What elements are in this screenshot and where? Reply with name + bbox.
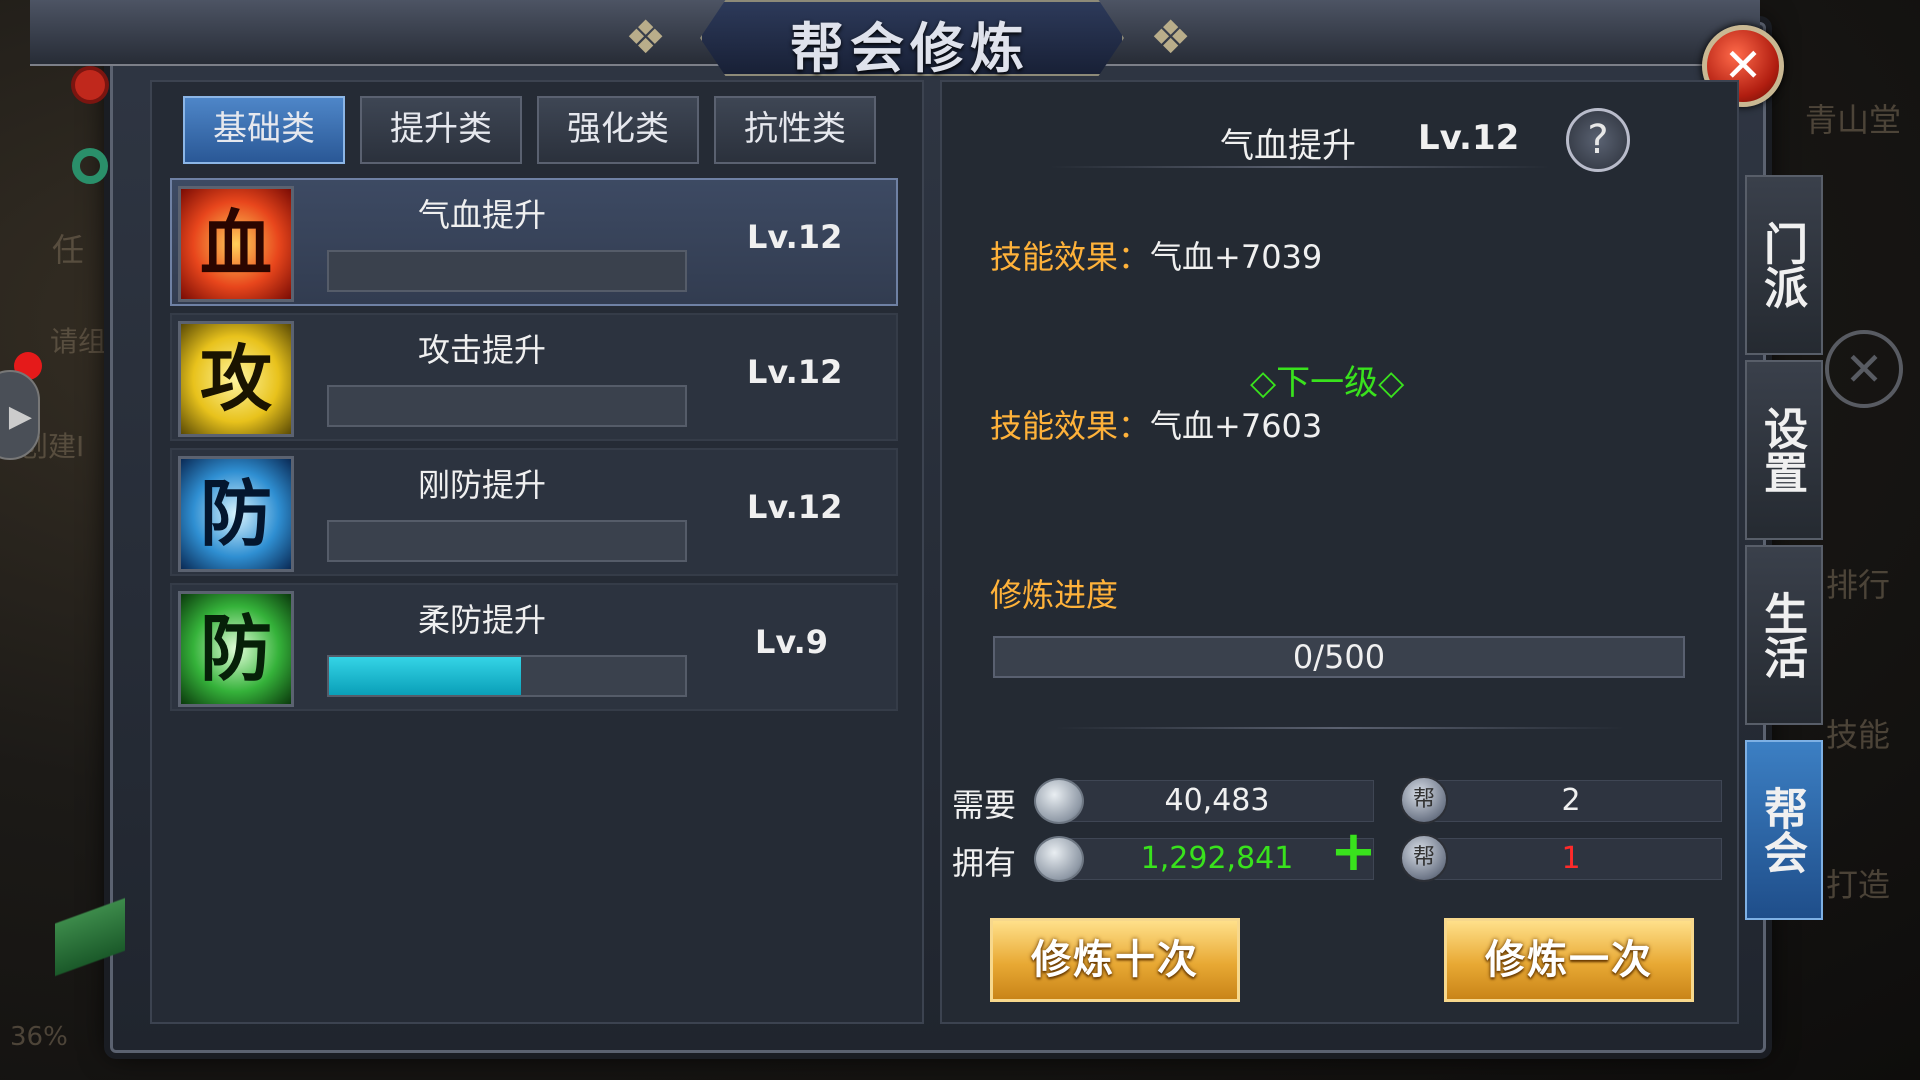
next-effect-value: 气血+7603 xyxy=(1150,407,1323,445)
own-silver-box: 1,292,841 xyxy=(1060,838,1374,880)
skill-row-attack[interactable]: 攻 攻击提升 Lv.12 xyxy=(170,313,898,441)
skill-name: 气血提升 xyxy=(417,196,546,234)
silver-coin-icon xyxy=(1034,836,1084,882)
own-silver-value: 1,292,841 xyxy=(1140,841,1294,876)
side-tab-guild[interactable]: 帮会 xyxy=(1745,740,1823,920)
skill-row-soft-defense[interactable]: 防 柔防提升 Lv.9 xyxy=(170,583,898,711)
jade-pendant-icon xyxy=(75,70,105,100)
own-token-value: 1 xyxy=(1561,841,1581,876)
skill-level: Lv.9 xyxy=(755,623,829,661)
own-label: 拥有 xyxy=(952,844,1017,882)
next-effect: 技能效果：气血+7603 xyxy=(990,401,1322,447)
current-effect: 技能效果：气血+7039 xyxy=(990,232,1322,278)
left-ornament-icon: ❖ xyxy=(625,10,667,64)
battery-level: 36% xyxy=(10,1022,68,1052)
next-level-label: ◇下一级◇ xyxy=(1250,363,1405,403)
detail-skill-name: 气血提升 xyxy=(1220,126,1356,166)
side-tab-sect[interactable]: 门派 xyxy=(1745,175,1823,355)
train-once-button[interactable]: 修炼一次 xyxy=(1444,918,1694,1002)
train-ten-button[interactable]: 修炼十次 xyxy=(990,918,1240,1002)
right-ornament-icon: ❖ xyxy=(1150,10,1192,64)
skill-level: Lv.12 xyxy=(747,488,843,526)
jade-ring-icon xyxy=(72,148,108,184)
skill-progress-bar xyxy=(327,250,687,292)
tab-resistance[interactable]: 抗性类 xyxy=(714,96,876,164)
background-text-location: 青山堂 xyxy=(1805,101,1902,139)
background-text-skill: 技能 xyxy=(1826,716,1891,754)
background-text-forge: 打造 xyxy=(1826,866,1891,904)
bamboo-icon xyxy=(55,870,125,1020)
skill-progress-bar xyxy=(327,655,687,697)
divider xyxy=(1050,166,1550,168)
skill-progress-bar xyxy=(327,520,687,562)
bg-close-icon: ✕ xyxy=(1825,330,1903,408)
skill-level: Lv.12 xyxy=(747,353,843,391)
detail-skill-level: Lv.12 xyxy=(1418,118,1520,158)
blood-icon: 血 xyxy=(178,186,294,302)
tab-basic[interactable]: 基础类 xyxy=(183,96,345,164)
skill-level: Lv.12 xyxy=(747,218,843,256)
skill-name: 攻击提升 xyxy=(417,331,546,369)
soft-defense-icon: 防 xyxy=(178,591,294,707)
side-tab-life[interactable]: 生活 xyxy=(1745,545,1823,725)
training-progress-bar: 0/500 xyxy=(993,636,1685,678)
tab-enhance[interactable]: 强化类 xyxy=(537,96,699,164)
skill-row-hp[interactable]: 血 气血提升 Lv.12 xyxy=(170,178,898,306)
skill-name: 刚防提升 xyxy=(417,466,546,504)
hard-defense-icon: 防 xyxy=(178,456,294,572)
need-silver-value: 40,483 xyxy=(1164,783,1270,818)
window-title: 帮会修炼 xyxy=(790,17,1030,80)
need-silver-box: 40,483 xyxy=(1060,780,1374,822)
effect-label: 技能效果： xyxy=(990,238,1151,276)
next-effect-label: 技能效果： xyxy=(990,407,1151,445)
need-token-value: 2 xyxy=(1561,783,1581,818)
guild-token-icon: 帮 xyxy=(1400,776,1448,824)
skill-progress-fill xyxy=(329,657,522,695)
background-text-ranking: 排行 xyxy=(1826,566,1891,604)
silver-coin-icon xyxy=(1034,778,1084,824)
add-silver-button[interactable]: + xyxy=(1330,822,1377,882)
skill-row-hard-defense[interactable]: 防 刚防提升 Lv.12 xyxy=(170,448,898,576)
side-tab-settings[interactable]: 设置 xyxy=(1745,360,1823,540)
background-text-team: 请组 xyxy=(50,325,107,358)
skill-progress-bar xyxy=(327,385,687,427)
attack-icon: 攻 xyxy=(178,321,294,437)
skill-name: 柔防提升 xyxy=(417,601,546,639)
side-expand-arrow-icon[interactable]: ▶ xyxy=(0,370,40,460)
divider xyxy=(1055,727,1625,729)
effect-value: 气血+7039 xyxy=(1150,238,1323,276)
tab-upgrade[interactable]: 提升类 xyxy=(360,96,522,164)
help-icon[interactable]: ? xyxy=(1566,108,1630,172)
need-token-box: 2 xyxy=(1420,780,1722,822)
need-label: 需要 xyxy=(952,786,1017,824)
own-token-box: 1 xyxy=(1420,838,1722,880)
guild-token-icon: 帮 xyxy=(1400,834,1448,882)
training-progress-label: 修炼进度 xyxy=(990,576,1119,614)
background-text-task: 任 xyxy=(52,231,85,269)
